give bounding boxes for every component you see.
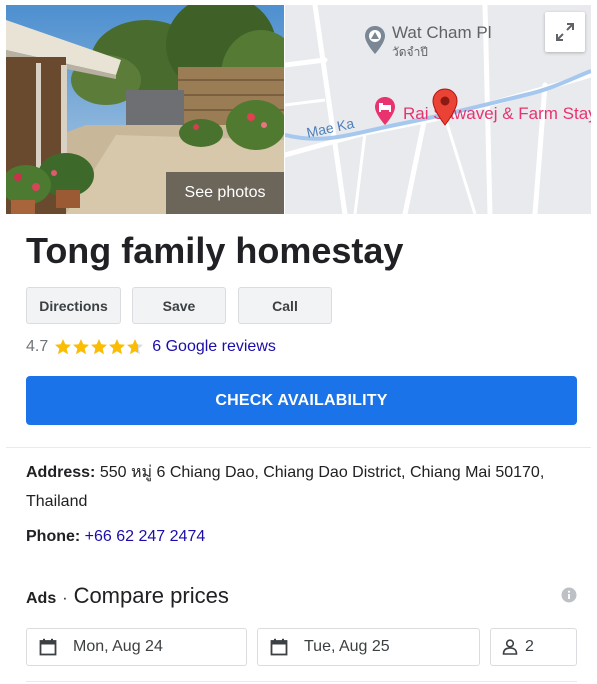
reviews-link[interactable]: 6 Google reviews	[152, 338, 276, 356]
map-poi-wat-thai: วัดจำปี	[392, 45, 428, 59]
expand-map-button[interactable]	[545, 12, 585, 52]
rating-row: 4.7 6 Google reviews	[26, 336, 276, 358]
ads-label: Ads	[26, 590, 57, 607]
expand-icon	[556, 23, 574, 41]
check-out-date: Tue, Aug 25	[304, 638, 390, 655]
check-availability-button[interactable]: CHECK AVAILABILITY	[26, 376, 577, 425]
guests-field[interactable]: 2	[490, 628, 577, 666]
check-availability-label: CHECK AVAILABILITY	[215, 391, 388, 409]
see-photos-label: See photos	[184, 184, 266, 201]
place-title: Tong family homestay	[26, 230, 404, 271]
phone-line: Phone: +66 62 247 2474	[26, 526, 205, 548]
hero-section: See photos Wat Cham Pl วัดจำปี Rai Sawav…	[6, 5, 591, 214]
directions-label: Directions	[39, 297, 108, 314]
see-photos-button[interactable]: See photos	[166, 172, 284, 214]
check-in-date: Mon, Aug 24	[73, 638, 163, 655]
call-button[interactable]: Call	[238, 287, 332, 324]
section-divider	[6, 447, 591, 448]
address-line: Address: 550 หมู่ 6 Chiang Dao, Chiang D…	[26, 458, 571, 516]
rating-stars	[54, 338, 144, 356]
address-value: 550 หมู่ 6 Chiang Dao, Chiang Dao Distri…	[26, 464, 545, 510]
ads-separator: ·	[62, 590, 68, 607]
location-pin-icon	[432, 88, 458, 126]
compare-prices-label: Compare prices	[73, 583, 229, 608]
address-label: Address:	[26, 464, 96, 481]
info-icon[interactable]	[561, 587, 577, 603]
map-poi-wat: Wat Cham Pl	[392, 23, 492, 42]
rating-value: 4.7	[26, 338, 49, 355]
calendar-icon	[270, 638, 288, 656]
calendar-icon	[39, 638, 57, 656]
guests-count: 2	[525, 638, 534, 655]
temple-pin-icon	[365, 26, 385, 54]
bottom-divider	[26, 681, 577, 682]
place-photo[interactable]: See photos	[6, 5, 284, 214]
save-label: Save	[162, 297, 196, 314]
person-icon	[502, 639, 518, 655]
star-icon	[55, 339, 144, 355]
phone-label: Phone:	[26, 528, 81, 545]
phone-link[interactable]: +66 62 247 2474	[85, 528, 206, 545]
directions-button[interactable]: Directions	[26, 287, 121, 324]
hotel-pin-icon	[375, 97, 395, 125]
check-out-date-field[interactable]: Tue, Aug 25	[257, 628, 480, 666]
compare-prices-header: Ads · Compare prices	[26, 583, 229, 609]
map-thumbnail[interactable]: Wat Cham Pl วัดจำปี Rai Sawavej & Farm S…	[285, 5, 591, 214]
save-button[interactable]: Save	[132, 287, 226, 324]
call-label: Call	[272, 297, 298, 314]
check-in-date-field[interactable]: Mon, Aug 24	[26, 628, 247, 666]
